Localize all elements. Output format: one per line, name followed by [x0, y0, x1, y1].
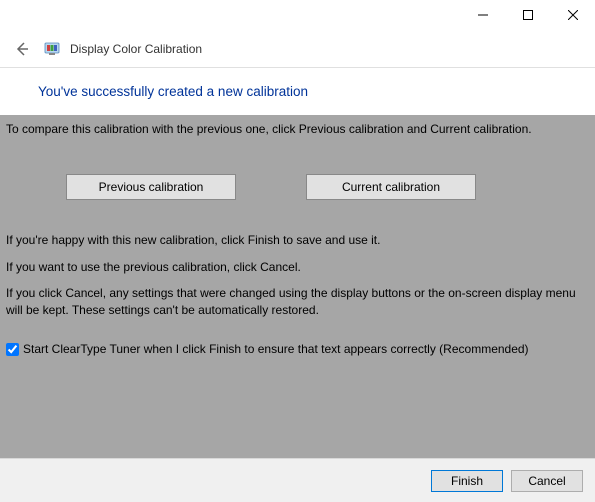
maximize-button[interactable] [505, 0, 550, 30]
header-bar: Display Color Calibration [0, 30, 595, 68]
back-button[interactable] [10, 37, 34, 61]
cleartype-checkbox-row: Start ClearType Tuner when I click Finis… [6, 341, 589, 357]
heading-area: You've successfully created a new calibr… [0, 68, 595, 115]
cancel-instruction-text: If you want to use the previous calibrat… [6, 259, 589, 276]
page-heading: You've successfully created a new calibr… [38, 84, 595, 99]
cancel-button[interactable]: Cancel [511, 470, 583, 492]
calibration-buttons-row: Previous calibration Current calibration [6, 148, 589, 232]
finish-instruction-text: If you're happy with this new calibratio… [6, 232, 589, 249]
cleartype-checkbox[interactable] [6, 343, 19, 356]
minimize-button[interactable] [460, 0, 505, 30]
titlebar [0, 0, 595, 30]
cancel-warning-text: If you click Cancel, any settings that w… [6, 285, 589, 319]
cleartype-checkbox-label[interactable]: Start ClearType Tuner when I click Finis… [23, 341, 529, 357]
footer-bar: Finish Cancel [0, 458, 595, 502]
compare-instruction-text: To compare this calibration with the pre… [6, 121, 589, 138]
current-calibration-button[interactable]: Current calibration [306, 174, 476, 200]
window-title: Display Color Calibration [70, 42, 202, 56]
calibration-icon [44, 41, 60, 57]
close-button[interactable] [550, 0, 595, 30]
finish-button[interactable]: Finish [431, 470, 503, 492]
content-area: To compare this calibration with the pre… [0, 115, 595, 470]
previous-calibration-button[interactable]: Previous calibration [66, 174, 236, 200]
